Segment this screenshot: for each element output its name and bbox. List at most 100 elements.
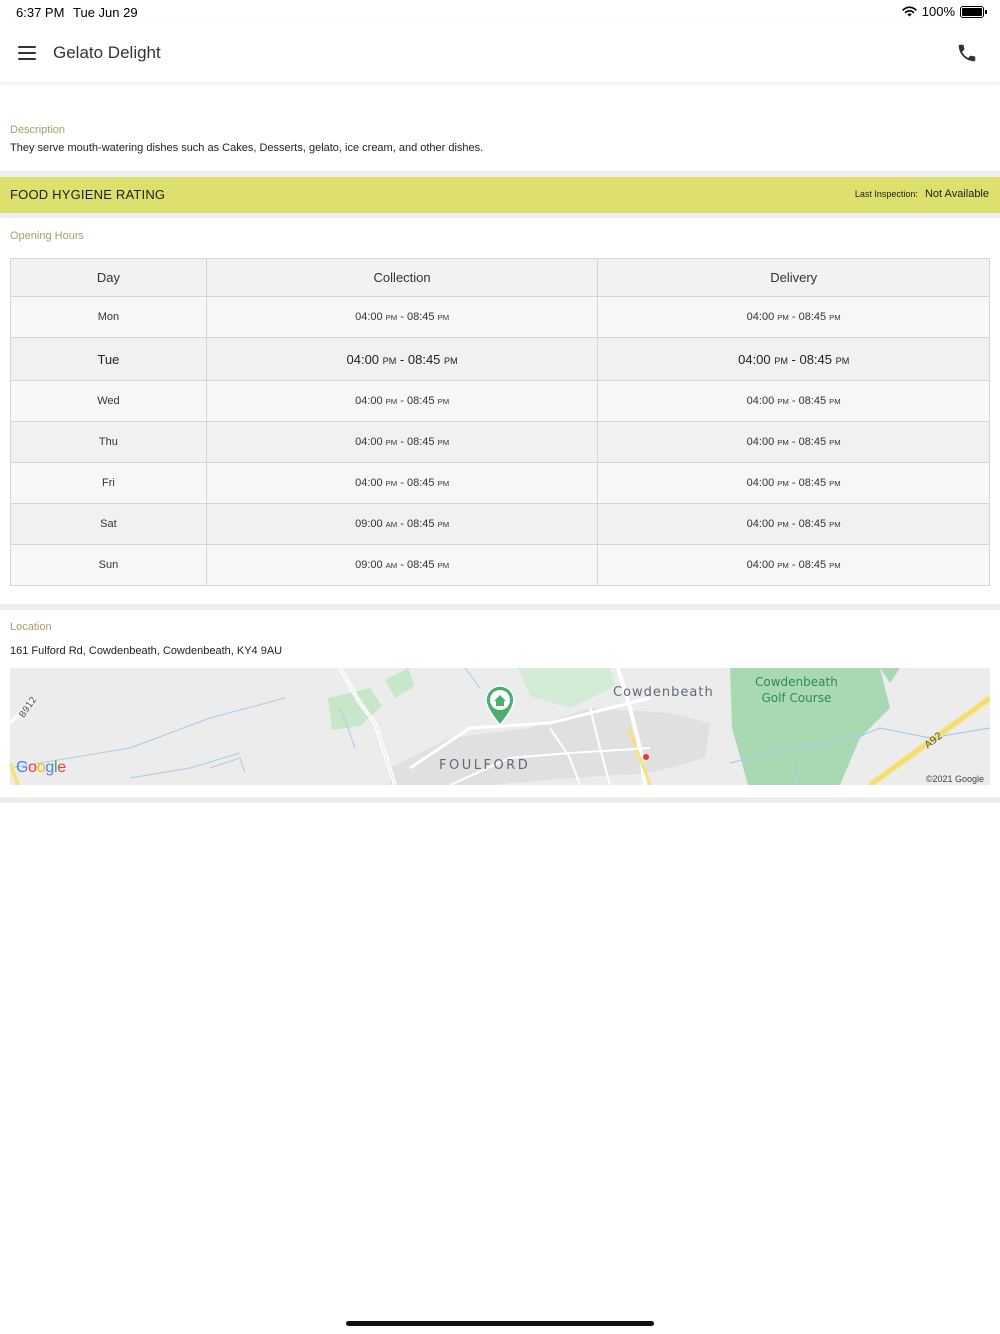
time-value: 04:00 — [355, 436, 383, 448]
opening-hours-table: Day Collection Delivery Mon 04:00 PM - 08… — [10, 258, 990, 586]
time-ampm: AM — [385, 520, 398, 529]
collection-hours-cell: 09:00 AM - 08:45 PM — [205, 544, 599, 586]
time-value: 04:00 — [355, 311, 383, 323]
google-logo: Google — [16, 759, 66, 777]
day-cell: Fri — [10, 462, 207, 504]
home-indicator[interactable] — [346, 1321, 654, 1326]
wifi-icon — [902, 6, 917, 17]
google-logo-letter: o — [28, 759, 37, 776]
delivery-hours-cell: 04:00 PM - 08:45 PM — [597, 421, 990, 463]
header-collection: Collection — [205, 258, 599, 297]
time-ampm: AM — [385, 561, 398, 570]
time-separator: - — [397, 559, 407, 571]
section-divider — [0, 213, 1000, 218]
time-separator: - — [397, 477, 407, 489]
delivery-hours-cell: 04:00 PM - 08:45 PM — [597, 462, 990, 504]
battery-fill — [962, 7, 982, 16]
table-row: Fri 04:00 PM - 08:45 PM 04:00 PM - 08:45 P… — [10, 462, 990, 504]
time-value: 04:00 — [746, 518, 775, 530]
time-ampm: PM — [777, 438, 789, 447]
header-delivery: Delivery — [597, 258, 990, 297]
time-value: 04:00 — [746, 395, 775, 407]
time-ampm: PM — [437, 438, 450, 447]
time-ampm: PM — [437, 479, 450, 488]
description-text: They serve mouth-watering dishes such as… — [10, 142, 484, 154]
time-ampm: PM — [385, 313, 398, 322]
time-value: 08:45 — [798, 518, 827, 530]
status-indicators: 100% — [902, 4, 987, 19]
time-value: 09:00 — [355, 518, 383, 530]
collection-hours-cell: 04:00 PM - 08:45 PM — [205, 421, 599, 463]
location-map[interactable]: B912 A92 Cowdenbeath FOULFORD Cowdenbeat… — [10, 668, 990, 785]
time-ampm: PM — [829, 438, 841, 447]
map-label-golf-line2: Golf Course — [761, 691, 832, 705]
home-marker-icon[interactable] — [483, 684, 517, 726]
time-value: 08:45 — [798, 436, 827, 448]
last-inspection-value: Not Available — [924, 188, 989, 200]
time-value: 09:00 — [355, 559, 383, 571]
delivery-hours-cell: 04:00 PM - 08:45 PM — [597, 296, 990, 338]
day-cell: Tue — [10, 337, 207, 381]
time-ampm: PM — [777, 313, 789, 322]
time-value: 08:45 — [406, 477, 435, 489]
time-ampm: PM — [835, 355, 850, 366]
time-ampm: PM — [829, 479, 841, 488]
time-ampm: PM — [829, 397, 841, 406]
time-ampm: PM — [385, 397, 398, 406]
time-ampm: PM — [777, 520, 789, 529]
day-cell: Sun — [10, 544, 207, 586]
table-row: Sat 09:00 AM - 08:45 PM 04:00 PM - 08:45 P… — [10, 503, 990, 545]
delivery-hours-cell: 04:00 PM - 08:45 PM — [597, 380, 990, 422]
collection-hours-cell: 04:00 PM - 08:45 PM — [205, 462, 599, 504]
time-value: 08:45 — [798, 559, 827, 571]
app-title: Gelato Delight — [53, 43, 161, 62]
table-header-row: Day Collection Delivery — [10, 258, 990, 297]
day-cell: Mon — [10, 296, 207, 338]
time-value: 04:00 — [346, 351, 380, 367]
time-ampm: PM — [385, 438, 398, 447]
status-date: Tue Jun 29 — [73, 5, 138, 20]
google-logo-letter: e — [57, 759, 66, 776]
day-cell: Thu — [10, 421, 207, 463]
collection-hours-cell: 09:00 AM - 08:45 PM — [205, 503, 599, 545]
delivery-hours-cell: 04:00 PM - 08:45 PM — [597, 544, 990, 586]
table-row: Thu 04:00 PM - 08:45 PM 04:00 PM - 08:45 P… — [10, 421, 990, 463]
map-copyright: ©2021 Google — [925, 774, 984, 784]
map-label-town: Cowdenbeath — [613, 685, 714, 700]
last-inspection-label: Last Inspection: — [854, 189, 918, 199]
last-inspection: Last Inspection: Not Available — [855, 188, 989, 200]
time-separator: - — [788, 395, 799, 407]
time-value: 08:45 — [798, 395, 827, 407]
hygiene-rating-bar: FOOD HYGIENE RATING Last Inspection: Not… — [0, 177, 1000, 213]
time-separator: - — [787, 351, 800, 367]
time-ampm: PM — [829, 313, 841, 322]
delivery-hours-cell: 04:00 PM - 08:45 PM — [597, 337, 990, 381]
google-logo-letter: g — [45, 759, 54, 776]
section-divider — [0, 604, 1000, 610]
collection-hours-cell: 04:00 PM - 08:45 PM — [205, 337, 599, 381]
day-cell: Sat — [10, 503, 207, 545]
table-row: Mon 04:00 PM - 08:45 PM 04:00 PM - 08:45 P… — [10, 296, 990, 338]
app-bar: Gelato Delight — [0, 24, 1000, 82]
map-label-area: FOULFORD — [439, 758, 531, 773]
menu-icon[interactable] — [18, 46, 36, 60]
time-separator: - — [397, 436, 407, 448]
day-cell: Wed — [10, 380, 207, 422]
time-value: 08:45 — [406, 395, 435, 407]
time-value: 04:00 — [355, 395, 383, 407]
time-value: 04:00 — [738, 351, 771, 367]
time-ampm: PM — [829, 520, 841, 529]
time-separator: - — [788, 311, 799, 323]
phone-icon[interactable] — [956, 42, 978, 64]
time-value: 08:45 — [406, 311, 435, 323]
header-day: Day — [10, 258, 207, 297]
time-value: 04:00 — [746, 477, 775, 489]
time-separator: - — [397, 395, 407, 407]
time-value: 08:45 — [799, 351, 833, 367]
table-row: Tue 04:00 PM - 08:45 PM 04:00 PM - 08:45 P… — [10, 337, 990, 381]
opening-hours-label: Opening Hours — [10, 230, 84, 242]
time-ampm: PM — [777, 561, 789, 570]
time-ampm: PM — [437, 520, 450, 529]
time-value: 04:00 — [746, 436, 775, 448]
time-value: 08:45 — [406, 559, 435, 571]
